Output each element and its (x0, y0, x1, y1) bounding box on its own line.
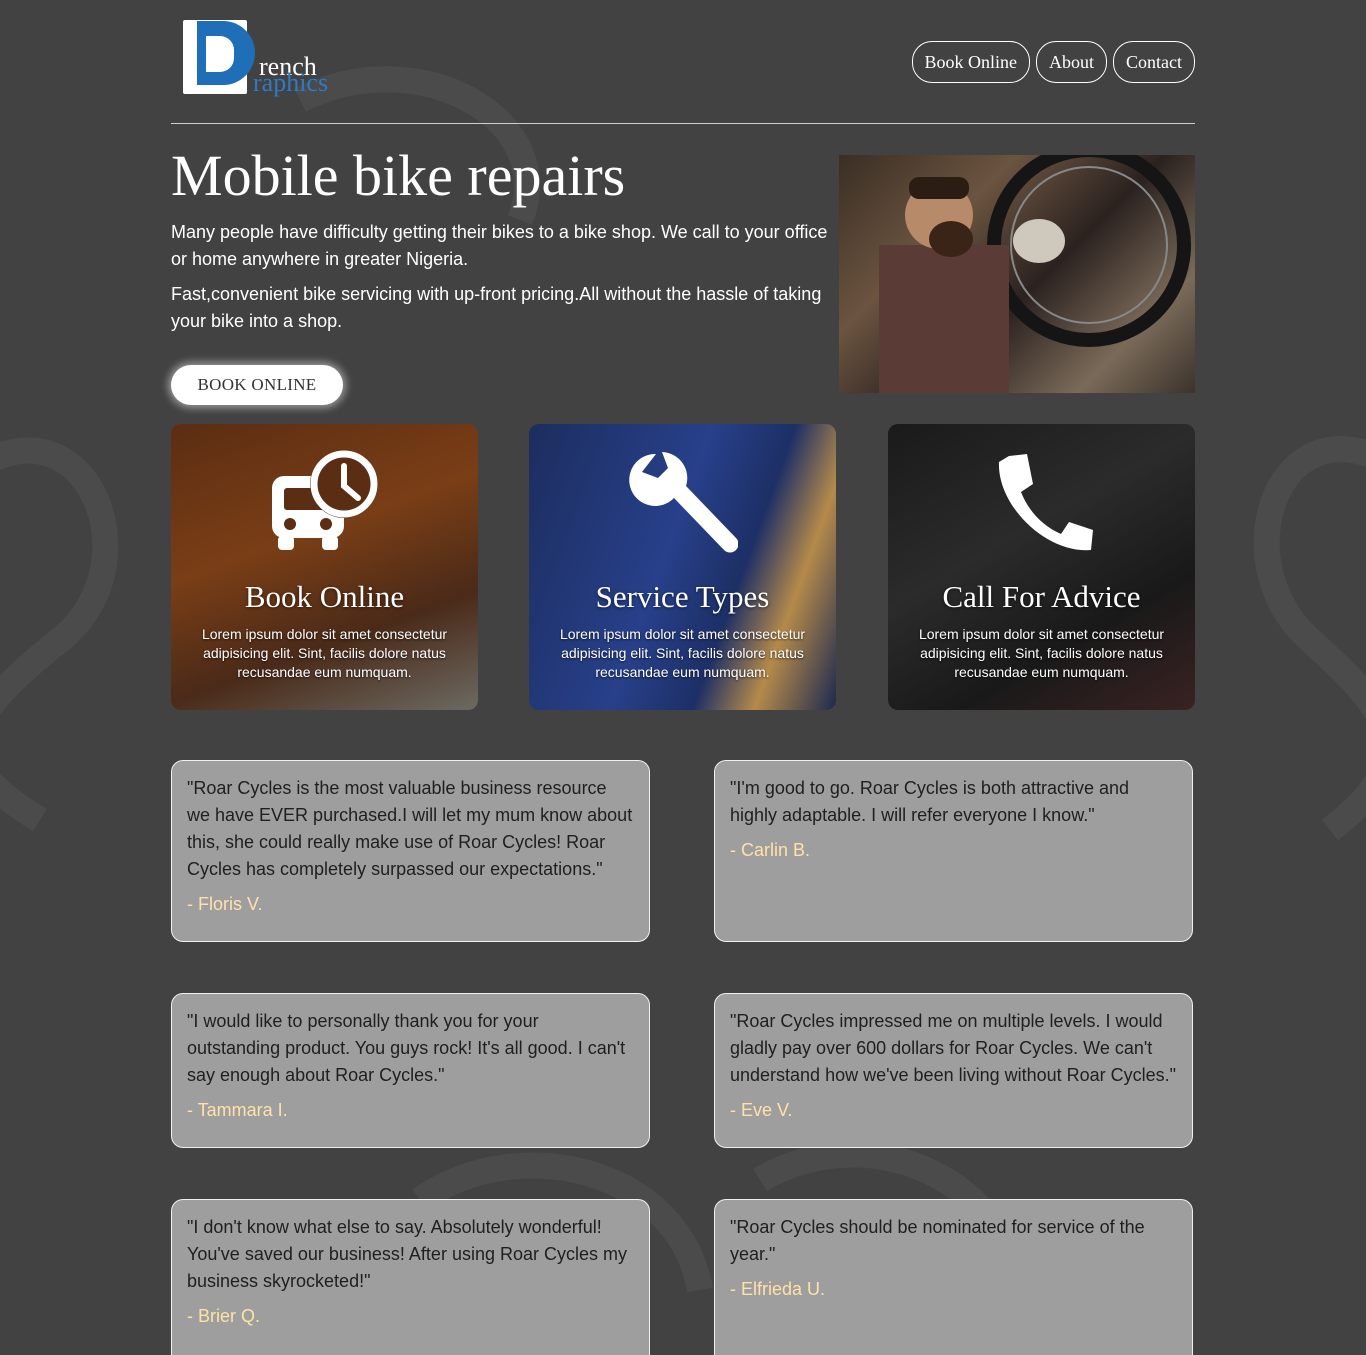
nav-contact[interactable]: Contact (1113, 41, 1195, 83)
hero-paragraph-2: Fast,convenient bike servicing with up-f… (171, 284, 822, 331)
testimonial-card: "Roar Cycles is the most valuable busine… (171, 760, 650, 942)
testimonial-author: - Eve V. (730, 1100, 793, 1120)
nav-about[interactable]: About (1036, 41, 1107, 83)
testimonial-quote: "I would like to personally thank you fo… (187, 1011, 626, 1085)
nav-book-online[interactable]: Book Online (911, 41, 1030, 83)
card-title: Service Types (595, 579, 770, 614)
testimonial-quote: "Roar Cycles is the most valuable busine… (187, 778, 633, 879)
wrench-icon (628, 452, 738, 553)
testimonial-quote: "Roar Cycles impressed me on multiple le… (730, 1011, 1177, 1085)
card-title: Book Online (244, 579, 405, 614)
testimonial-author: - Elfrieda U. (730, 1279, 826, 1299)
hero-section: Mobile bike repairs Many people have dif… (171, 124, 1195, 424)
testimonial-author: - Brier Q. (187, 1306, 261, 1326)
book-online-button[interactable]: BOOK ONLINE (171, 365, 343, 405)
card-call-for-advice[interactable]: Call For Advice Lorem ipsum dolor sit am… (888, 424, 1195, 710)
main-nav: Book Online About Contact (911, 41, 1195, 83)
phone-icon (998, 454, 1093, 551)
testimonial-card: "I would like to personally thank you fo… (171, 993, 650, 1148)
testimonial-card: "I don't know what else to say. Absolute… (171, 1199, 650, 1355)
logo-d-inner (206, 36, 234, 72)
feature-cards: Book Online Lorem ipsum dolor sit amet c… (171, 424, 1195, 710)
card-service-types[interactable]: Service Types Lorem ipsum dolor sit amet… (529, 424, 836, 710)
card-text: Lorem ipsum dolor sit amet consectetur a… (201, 626, 448, 680)
testimonial-author: - Floris V. (187, 894, 263, 914)
logo-text-line2: raphics (253, 68, 329, 97)
testimonial-author: - Tammara I. (187, 1100, 288, 1120)
hero-image-mechanic (839, 155, 1195, 393)
hero-paragraph-1: Many people have difficulty getting thei… (171, 222, 828, 269)
testimonial-author: - Carlin B. (730, 840, 811, 860)
hero-title: Mobile bike repairs (171, 143, 626, 208)
testimonial-quote: "Roar Cycles should be nominated for ser… (730, 1217, 1145, 1264)
logo[interactable]: rench raphics (183, 18, 353, 102)
site-header: rench raphics Book Online About Contact (171, 0, 1195, 124)
card-text: Lorem ipsum dolor sit amet consectetur a… (559, 626, 806, 680)
testimonial-quote: "I'm good to go. Roar Cycles is both att… (730, 778, 1130, 825)
bus-clock-icon (271, 450, 378, 550)
testimonial-quote: "I don't know what else to say. Absolute… (187, 1217, 627, 1291)
testimonial-card: "Roar Cycles should be nominated for ser… (714, 1199, 1193, 1355)
card-book-online[interactable]: Book Online Lorem ipsum dolor sit amet c… (171, 424, 478, 710)
page-container: rench raphics Book Online About Contact … (171, 0, 1195, 1355)
testimonial-card: "I'm good to go. Roar Cycles is both att… (714, 760, 1193, 942)
testimonial-card: "Roar Cycles impressed me on multiple le… (714, 993, 1193, 1148)
card-text: Lorem ipsum dolor sit amet consectetur a… (918, 626, 1165, 680)
card-title: Call For Advice (942, 579, 1141, 614)
